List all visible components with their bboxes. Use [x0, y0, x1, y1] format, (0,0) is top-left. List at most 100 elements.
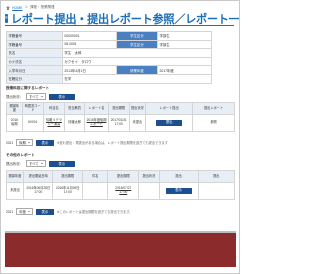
chevron-down-icon	[40, 96, 43, 97]
info-value: 08 0001	[61, 39, 117, 50]
table-cell: 未提出	[6, 182, 24, 200]
info-row: 学籍番号 00000001 学生区分 学部生	[6, 31, 213, 41]
show-button[interactable]: 表示	[48, 160, 75, 167]
column-header: 時間割コード	[21, 102, 44, 115]
status-select[interactable]: すべて	[25, 93, 46, 100]
info-label: 氏名	[6, 48, 63, 58]
info-value: 2013年4月1日	[61, 65, 117, 75]
table-cell: 2016年11月09日 17:00	[52, 182, 83, 200]
term-select-value: 後期	[19, 141, 26, 145]
table-cell: 2016 後期	[6, 114, 23, 132]
status-select-value: すべて	[28, 95, 39, 99]
info-value: ガクセイ タロウ	[61, 56, 213, 67]
info-row: 学籍番号 08 0001 学生区分 学部生	[6, 39, 213, 50]
filter-bar: 提出状況： すべて 表示	[6, 93, 75, 100]
info-value: 在学	[61, 73, 213, 84]
column-header: 担当教員	[64, 102, 86, 115]
column-header: 提出期限	[52, 170, 83, 183]
status-select-value: すべて	[28, 162, 39, 166]
table-cell: 2016年06月28日 17:00	[22, 182, 54, 200]
year-select[interactable]: 年度	[16, 208, 33, 215]
table-cell: 提出	[145, 114, 194, 132]
column-header: 件名	[81, 170, 109, 183]
chevron-down-icon	[27, 142, 30, 143]
term-select[interactable]: 後期	[16, 139, 33, 146]
chevron-down-icon	[40, 163, 43, 164]
year-filter-row: 2021 後期 表示 ※遅れ提出・再提出がある場合は、レポート提出期限を過ぎても…	[6, 139, 168, 146]
chevron-down-icon	[27, 211, 30, 212]
year-show-button[interactable]: 表示	[35, 139, 54, 146]
info-label: 在籍区分	[6, 73, 63, 84]
table-cell: 表示	[158, 182, 199, 200]
column-header: 提出レポート	[192, 102, 235, 115]
info-label: カナ氏名	[6, 56, 63, 67]
breadcrumb-current: 課程・授業関連	[30, 5, 55, 9]
column-header: 提出期限	[107, 102, 130, 115]
column-header: 提出期限	[107, 170, 140, 183]
info-label: 入学年月日	[6, 65, 63, 75]
info-row: 氏名 学生 太郎	[6, 48, 213, 58]
other-report-table: 開講年度 提出開始日時 提出期限 件名 提出期限 提出状況 提出 提出 未提出 …	[6, 170, 236, 200]
info-value: 学部生	[156, 31, 213, 41]
column-header: 提出状況	[138, 170, 160, 183]
home-icon[interactable]	[6, 5, 10, 10]
document-icon: ≡	[5, 14, 8, 23]
table-cell	[81, 182, 109, 200]
table-cell: 未提出	[128, 114, 147, 132]
year-show-button[interactable]: 表示	[35, 208, 54, 215]
table-cell: K0001	[21, 114, 44, 132]
year-label: 2021	[6, 209, 14, 214]
info-value: 学生 太郎	[61, 48, 213, 58]
note-text: ※このレポートは提出期限を過ぎても提出できます。	[56, 210, 133, 214]
table-header-row: 開講年度 時間割コード 科目名 担当教員 レポート名 提出期限 提出状況 レポー…	[6, 102, 235, 115]
info-label: 学生区分	[115, 31, 158, 41]
show-button[interactable]: 表示	[48, 93, 75, 100]
info-value: 2017年度	[156, 65, 213, 75]
title-bar: ≡ レポート提出・提出レポート参照／レポート一覧	[5, 12, 239, 26]
column-header: 提出	[197, 170, 236, 183]
info-row: 在籍区分 在学	[6, 73, 213, 84]
page-frame: HOME ＞ 課程・授業関連 ≡ レポート提出・提出レポート参照／レポート一覧 …	[0, 0, 240, 274]
filter-label: 提出状況：	[6, 95, 23, 99]
breadcrumb-home[interactable]: HOME	[12, 6, 23, 10]
column-header: 開講年度	[6, 170, 24, 183]
info-label: 修業年度	[115, 65, 158, 75]
column-header: レポート名	[84, 102, 109, 115]
status-select[interactable]: すべて	[25, 160, 46, 167]
report-name-link[interactable]: 2016年度後期レポート	[84, 114, 109, 132]
view-report-button[interactable]: 表示	[165, 188, 192, 194]
table-header-row: 開講年度 提出開始日時 提出期限 件名 提出期限 提出状況 提出 提出	[6, 170, 236, 183]
table-row: 未提出 2016年06月28日 17:00 2016年11月09日 17:00 20…	[6, 182, 236, 200]
column-header: レポート提出	[145, 102, 194, 115]
breadcrumb: HOME ＞ 課程・授業関連	[6, 5, 55, 10]
year-filter-row: 2021 年度 表示 ※このレポートは提出期限を過ぎても提出できます。	[6, 208, 132, 215]
footer-banner	[5, 233, 236, 267]
filter-label: 提出状況：	[6, 162, 23, 166]
info-label: 学生区分	[115, 39, 158, 50]
filter-bar: 提出状況： すべて 表示	[6, 160, 75, 167]
year-label: 2021	[6, 140, 14, 145]
submit-report-button[interactable]: 提出	[156, 120, 183, 126]
table-cell	[197, 182, 236, 200]
table-row: 2016 後期 K0001 情報リテラシー演習 情報太郎 2016年度後期レポート…	[6, 114, 235, 132]
info-value: 00000001	[61, 31, 117, 41]
table-cell: 情報太郎	[64, 114, 86, 132]
info-row: 入学年月日 2013年4月1日 修業年度 2017年度	[6, 65, 213, 75]
column-header: 開講年度	[6, 102, 23, 115]
table-cell	[138, 182, 160, 200]
section-title-other-reports: その他のレポート	[6, 153, 35, 157]
section-title-course-reports: 授業科目に関するレポート	[6, 86, 50, 90]
info-label: 学籍番号	[6, 39, 63, 50]
info-value: 学部生	[156, 39, 213, 50]
table-cell: 参照	[192, 114, 235, 132]
page-title: レポート提出・提出レポート参照／レポート一覧	[10, 13, 240, 26]
info-row: カナ氏名 ガクセイ タロウ	[6, 56, 213, 67]
column-header: 提出状況	[128, 102, 147, 115]
deadline-link[interactable]: 2016/07/27 17:00	[107, 182, 140, 200]
year-select-value: 年度	[19, 210, 26, 214]
course-report-table: 開講年度 時間割コード 科目名 担当教員 レポート名 提出期限 提出状況 レポー…	[6, 102, 235, 132]
student-info-table: 学籍番号 00000001 学生区分 学部生 学籍番号 08 0001 学生区分…	[6, 31, 213, 84]
course-name-link[interactable]: 情報リテラシー演習	[42, 114, 66, 132]
table-cell: 2017/01/31 17:00	[107, 114, 130, 132]
column-header: 科目名	[42, 102, 66, 115]
